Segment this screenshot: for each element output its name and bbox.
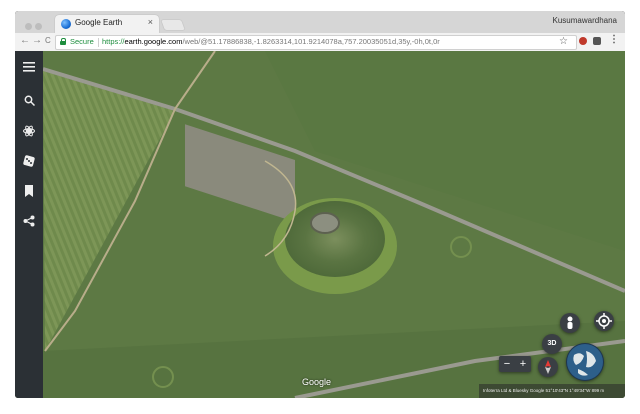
google-earth-favicon-icon [61, 19, 71, 29]
attribution-text: Infoterra Ltd & Bluesky Google 51°10'43"… [483, 388, 605, 393]
url-host: earth.google.com [124, 37, 183, 46]
zoom-in-button[interactable]: + [515, 357, 531, 371]
reload-button[interactable]: C [45, 36, 51, 45]
minimize-window-icon[interactable] [35, 23, 42, 30]
feeling-lucky-icon[interactable] [21, 155, 37, 171]
pocket-extension-icon[interactable] [593, 37, 601, 45]
google-watermark: Google [302, 377, 332, 387]
extension-icon[interactable] [579, 37, 587, 45]
address-bar[interactable]: Secure https://earth.google.com/web/@51.… [55, 35, 577, 50]
tab-title: Google Earth [75, 18, 123, 27]
menu-icon[interactable] [21, 61, 37, 77]
zoom-control: − + [499, 356, 531, 372]
lock-icon [60, 38, 66, 45]
search-icon[interactable] [21, 95, 37, 111]
browser-toolbar: ← → C Secure https://earth.google.com/we… [15, 33, 625, 52]
screenshot-frame: Google Earth × Kusumawardhana ← → C Secu… [0, 0, 640, 414]
tab-google-earth[interactable]: Google Earth × [55, 15, 159, 33]
address-separator [98, 38, 99, 47]
pegman-icon [567, 316, 573, 329]
secure-label: Secure [70, 37, 94, 46]
browser-window: Google Earth × Kusumawardhana ← → C Secu… [15, 11, 625, 398]
tab-close-icon[interactable]: × [148, 17, 153, 27]
url-protocol: https:// [102, 37, 125, 46]
stonehenge-stones [310, 212, 340, 234]
my-location-button[interactable] [594, 311, 614, 331]
voyager-icon[interactable] [21, 125, 37, 141]
satellite-map[interactable] [15, 51, 625, 398]
url-text[interactable]: https://earth.google.com/web/@51.1788683… [102, 37, 440, 46]
globe-minimap[interactable] [566, 343, 604, 381]
globe-icon [567, 344, 603, 380]
zoom-out-button[interactable]: − [499, 357, 515, 371]
crosshair-icon [596, 313, 612, 329]
earth-sidebar [15, 51, 43, 398]
back-button[interactable]: ← [20, 35, 30, 46]
view-3d-button[interactable]: 3D [542, 334, 562, 354]
close-window-icon[interactable] [25, 23, 32, 30]
browser-menu-icon[interactable]: ⋮ [609, 34, 619, 45]
henge-inner-field [285, 201, 385, 277]
forward-button[interactable]: → [32, 35, 42, 46]
tab-strip: Google Earth × Kusumawardhana [15, 11, 625, 33]
projects-bookmark-icon[interactable] [21, 185, 37, 201]
earth-viewport[interactable]: 3D − + Google Infoterra Ltd & Bluesky Go… [15, 51, 625, 398]
profile-name[interactable]: Kusumawardhana [553, 16, 617, 25]
compass-icon [545, 360, 551, 374]
bookmark-star-icon[interactable]: ☆ [559, 36, 568, 47]
new-tab-button[interactable] [161, 20, 185, 30]
window-controls[interactable] [25, 17, 53, 30]
share-icon[interactable] [21, 215, 37, 231]
street-view-pegman-button[interactable] [560, 313, 580, 333]
compass-button[interactable] [538, 357, 558, 377]
attribution-bar[interactable]: Infoterra Ltd & Bluesky Google 51°10'43"… [479, 384, 625, 398]
url-path: /web/@51.17886838,-1.8263314,101.9214078… [182, 37, 440, 46]
